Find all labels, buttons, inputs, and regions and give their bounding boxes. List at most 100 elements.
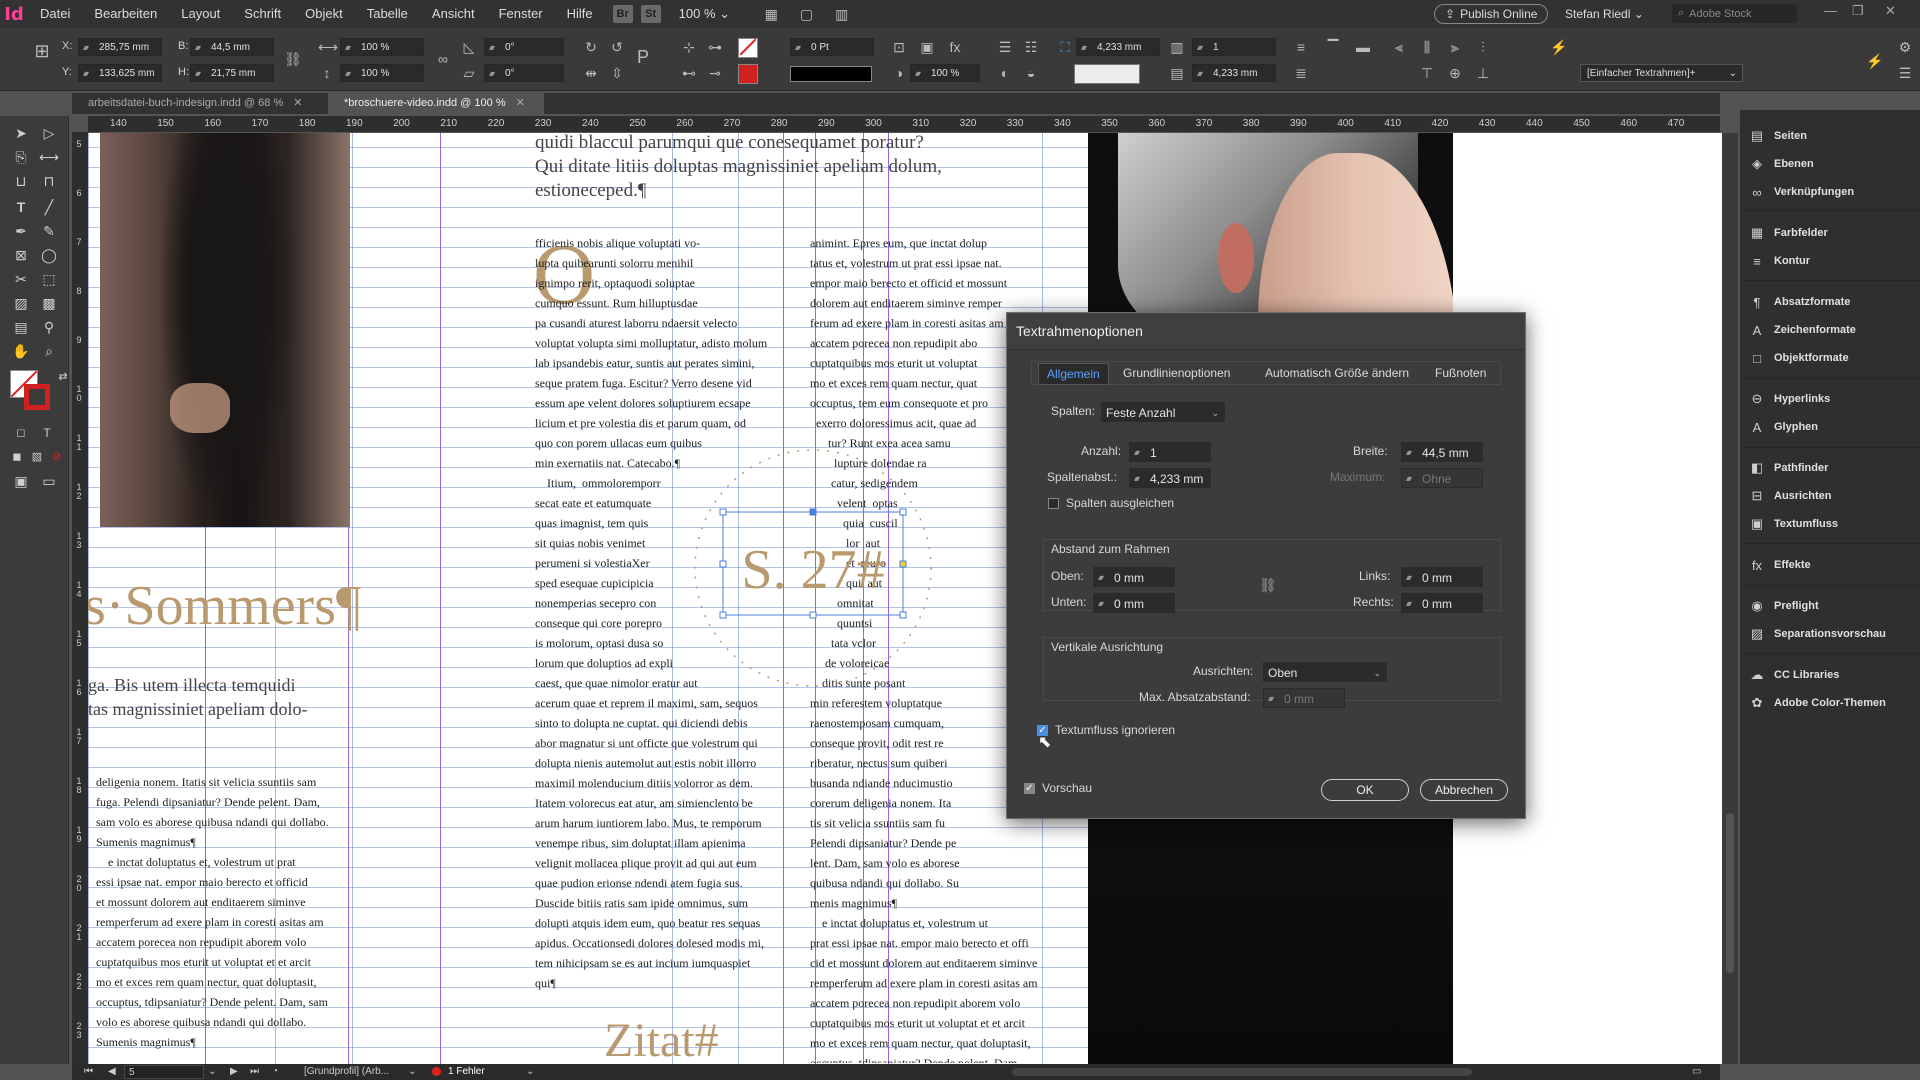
flip-vertical-icon[interactable]: ⇳ [608,64,626,82]
frame-handle[interactable] [809,508,817,516]
note-tool-icon[interactable]: ▤ [10,316,32,338]
menu-bearbeiten[interactable]: Bearbeiten [82,0,169,28]
page-number-field[interactable]: 5 [124,1065,204,1079]
stock-button[interactable]: St [640,5,661,23]
frame-handle[interactable] [719,508,727,516]
columns-field[interactable]: 1 [1192,38,1276,57]
gap-tool-icon[interactable]: ⟷ [38,146,60,168]
formatting-container-icon[interactable]: ◻ [10,422,32,444]
zoom-select[interactable]: 100 % ⌄ [679,6,743,22]
panel-links[interactable]: ∞ Verknüpfungen [1748,181,1854,203]
stroke-color-icon[interactable] [24,384,50,410]
screen-mode-icon[interactable]: ▢ [800,6,813,23]
type-tool-icon[interactable]: T [10,196,32,218]
apply-none-icon[interactable]: ⊘ [46,446,68,468]
last-page-icon[interactable]: ⏭ [250,1066,259,1077]
panel-text-wrap[interactable]: ▣ Textumfluss [1748,513,1838,535]
align-objects-left-icon[interactable]: ⫷ [1390,38,1408,56]
content-placer-icon[interactable]: ⊓ [38,170,60,192]
unten-field[interactable]: 0 mm [1093,593,1175,614]
links-field[interactable]: 0 mm [1401,567,1483,588]
horizontal-scrollbar[interactable] [1012,1068,1472,1076]
first-page-icon[interactable]: ⏮ [84,1066,93,1077]
swap-colors-icon[interactable]: ⇄ [52,366,74,388]
menu-layout[interactable]: Layout [169,0,232,28]
panel-glyphs[interactable]: A Glyphen [1748,416,1818,438]
vertical-scrollbar[interactable] [1722,133,1738,1064]
strike-icon[interactable]: ▬ [1354,38,1372,56]
apply-gradient-icon[interactable]: ▧ [26,446,48,468]
chain-link-icon[interactable]: ⛓ [1259,577,1277,594]
heading-sommers[interactable]: s·Sommers¶ [88,573,424,643]
rectangle-frame-tool-icon[interactable]: ⊠ [10,244,32,266]
pencil-tool-icon[interactable]: ✎ [38,220,60,242]
shear-field[interactable]: 0° [484,64,564,83]
align-center-icon[interactable]: ☷ [1022,38,1040,56]
selection-tool-icon[interactable]: ➤ [10,122,32,144]
panel-align[interactable]: ⊟ Ausrichten [1748,485,1832,507]
circle-text-frame[interactable]: S. 27# [678,433,948,703]
panel-hyperlinks[interactable]: ⊖ Hyperlinks [1748,388,1831,410]
scale-x-field[interactable]: 100 % [340,38,424,57]
line-tool-icon[interactable]: ╱ [38,196,60,218]
menu-schrift[interactable]: Schrift [232,0,293,28]
stroke-weight-field[interactable]: 0 Pt [790,38,874,57]
left-body-text[interactable]: deligenia nonem. Itatis sit velicia ssun… [96,772,426,1064]
rotate-cw-icon[interactable]: ↻ [582,38,600,56]
scroll-thumb[interactable] [1726,813,1734,973]
panel-stroke[interactable]: ≡ Kontur [1748,250,1810,272]
menu-tabelle[interactable]: Tabelle [355,0,420,28]
hand-tool-icon[interactable]: ✋ [10,340,32,362]
pen-tool-icon[interactable]: ✒ [10,220,32,242]
auto-size-icon[interactable]: ⛶ [1056,38,1074,56]
menu-hilfe[interactable]: Hilfe [555,0,605,28]
fashion-photo-left[interactable] [100,133,350,527]
frame-fitting-icon[interactable]: ▣ [918,38,936,56]
frame-handle[interactable] [719,560,727,568]
tab-grundlinienoptionen[interactable]: Grundlinienoptionen [1115,363,1238,383]
link-scale-icon[interactable]: ∞ [434,50,452,68]
underline-icon[interactable]: ▔ [1324,38,1342,56]
align-justify-icon[interactable]: ≣ [1292,64,1310,82]
spaltenabstand-field[interactable]: 4,233 mm [1129,468,1211,489]
max-absatzabstand-field[interactable]: 0 mm [1263,688,1345,709]
width-field[interactable]: 44,5 mm [190,38,274,57]
panel-paragraph-styles[interactable]: ¶ Absatzformate [1748,291,1851,313]
panel-pages[interactable]: ▤ Seiten [1748,125,1807,147]
breite-field[interactable]: 44,5 mm [1401,442,1483,463]
content-collector-icon[interactable]: ⊔ [10,170,32,192]
gradient-feather-tool-icon[interactable]: ▩ [38,292,60,314]
panel-separations[interactable]: ▨ Separationsvorschau [1748,623,1886,645]
scissors-tool-icon[interactable]: ✂ [10,268,32,290]
chevron-down-icon[interactable]: ⌄ [408,1066,416,1077]
error-count[interactable]: 1 Fehler [448,1066,485,1077]
panel-swatches[interactable]: ▦ Farbfelder [1748,222,1828,244]
chevron-down-icon[interactable]: ⌄ [526,1066,534,1077]
tab-automatisch-groesse[interactable]: Automatisch Größe ändern [1257,363,1417,383]
select-content-icon[interactable]: ⊹ [680,38,698,56]
text-frame-options-icon[interactable]: ⊡ [890,38,908,56]
tab-fussnoten[interactable]: Fußnoten [1427,363,1494,383]
rotation-field[interactable]: 0° [484,38,564,57]
close-icon[interactable]: ✕ [516,97,525,109]
frame-handle[interactable] [899,508,907,516]
flip-horizontal-icon[interactable]: ⇹ [582,64,600,82]
select-next-icon[interactable]: ⊷ [680,64,698,82]
panel-preflight[interactable]: ◉ Preflight [1748,595,1818,617]
ellipse-tool-icon[interactable]: ◯ [38,244,60,266]
maximum-field[interactable]: Ohne [1401,468,1483,489]
align-objects-center-icon[interactable]: ⫼ [1418,38,1436,56]
chevron-down-icon[interactable]: ⌄ [208,1066,216,1077]
panel-layers[interactable]: ◈ Ebenen [1748,153,1814,175]
split-view-icon[interactable]: ▭ [1692,1066,1701,1077]
reference-point-icon[interactable]: ⊞ [30,42,54,66]
frame-handle[interactable] [809,611,817,619]
height-field[interactable]: 21,75 mm [190,64,274,83]
cancel-button[interactable]: Abbrechen [1420,779,1508,801]
scale-y-field[interactable]: 100 % [340,64,424,83]
free-transform-tool-icon[interactable]: ⬚ [38,268,60,290]
menu-fenster[interactable]: Fenster [487,0,555,28]
panel-menu-icon[interactable]: ☰ [1896,64,1914,82]
panel-effects[interactable]: fx Effekte [1748,554,1811,576]
align-left-icon[interactable]: ≡ [1292,38,1310,56]
